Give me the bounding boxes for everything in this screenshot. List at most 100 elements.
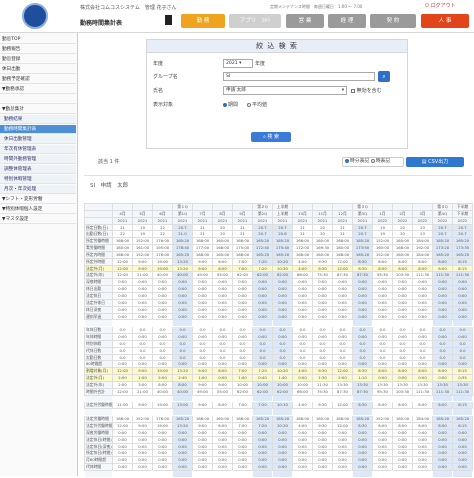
format-radio-h[interactable]: 時表記: [370, 158, 390, 164]
sidebar-item[interactable]: 勤務時間集計表: [0, 125, 76, 134]
sidebar-item[interactable]: 月次・年次処理: [0, 185, 76, 194]
table-cell: 0.0: [332, 353, 353, 362]
table-cell: 0.0: [312, 339, 333, 348]
sidebar-item[interactable]: ▼特別休暇個人設定: [0, 205, 76, 214]
csv-export-button[interactable]: ▤ CSV出力: [406, 157, 464, 167]
table-cell: 20.8: [272, 230, 293, 239]
table-row: 所定外時間 12:00 9:00 19:00 13:20 9:00 6:00 7:00 7:20…: [84, 257, 473, 266]
nav-tab-0[interactable]: 勤 務: [181, 14, 225, 28]
row-label: 月60時間超: [84, 456, 113, 465]
table-cell: 3:00: [132, 380, 153, 389]
table-cell: 0:00: [292, 442, 313, 451]
table-cell: 21: [292, 230, 313, 239]
table-cell: [413, 320, 433, 327]
table-cell: 0:00: [192, 312, 213, 321]
table-row: 時間外合計 12:00 21:00 40:00 40:00 49:00 55:00 62:00…: [84, 387, 473, 396]
group-input[interactable]: SI: [223, 72, 375, 81]
table-cell: 0:00: [412, 305, 433, 314]
nav-tab-1[interactable]: アプリ ｶﾒﾗ: [229, 14, 281, 28]
table-cell: 0:00: [332, 442, 353, 451]
include-retired-checkbox[interactable]: 無効を含む: [351, 86, 382, 96]
sidebar-item[interactable]: 年次有休管理表: [0, 145, 76, 154]
table-cell: 165:20: [272, 250, 293, 259]
table-cell: 8:00: [432, 257, 453, 266]
table-cell: [333, 409, 353, 416]
nav-tab-3[interactable]: 経 理: [328, 14, 366, 28]
table-cell: 21:00: [132, 271, 153, 280]
table-cell: [373, 409, 393, 416]
table-cell: 12:00: [112, 264, 133, 273]
table-cell: 0:00: [272, 449, 293, 458]
table-cell: 0:00: [152, 360, 173, 369]
table-cell: 12:00: [332, 257, 353, 266]
table-cell: 165:20: [272, 415, 293, 423]
sidebar-item[interactable]: ▼シフト・変形労働: [0, 195, 76, 204]
sidebar-item[interactable]: 勤怠TOP: [0, 35, 76, 44]
logout-link[interactable]: ⏻ ログアウト: [425, 2, 456, 9]
sidebar-item[interactable]: ▼勤務承認: [0, 85, 76, 94]
sidebar-item[interactable]: 休日出勤: [0, 65, 76, 74]
sidebar-item[interactable]: 勤務報告: [0, 45, 76, 54]
display-label: 表示対象: [153, 102, 174, 108]
bookmark-icon[interactable]: [165, 15, 172, 25]
sidebar-item[interactable]: [0, 95, 76, 104]
year-select[interactable]: 2021 ▾: [223, 59, 253, 68]
company-logo[interactable]: [22, 3, 48, 29]
table-cell: 0:00: [352, 463, 373, 471]
table-cell: [172, 395, 193, 402]
nav-tab-4[interactable]: 契 約: [370, 14, 416, 28]
table-cell: [133, 409, 153, 416]
table-row: [84, 408, 473, 416]
sidebar-item[interactable]: 勤務予定確認: [0, 75, 76, 84]
table-cell: 0:00: [392, 449, 413, 458]
sidebar-item[interactable]: 休日出勤管理: [0, 135, 76, 144]
table-cell: 0:00: [452, 435, 473, 444]
nav-tab-5[interactable]: 人 事: [421, 14, 469, 28]
sidebar-item[interactable]: 特別休暇管理: [0, 175, 76, 184]
table-cell: [452, 470, 473, 478]
table-cell: 0:00: [232, 463, 253, 471]
table-cell: 0:00: [412, 291, 433, 300]
table-cell: 0:00: [152, 333, 173, 341]
display-radio-period[interactable]: 期間: [223, 100, 238, 110]
sidebar-item[interactable]: 調整休管理表: [0, 165, 76, 174]
year-header-cell: 2021: [312, 216, 333, 225]
table-cell: 0:00: [432, 428, 453, 437]
table-cell: 0:00: [192, 305, 213, 314]
table-cell: 0:00: [332, 456, 353, 465]
year-header-cell: 2022: [432, 216, 453, 225]
sidebar-item[interactable]: ▼マスタ設定: [0, 215, 76, 224]
nav-tab-2[interactable]: 営 業: [286, 14, 324, 28]
table-row: 年休時間 0:00 0:00 0:00 0:00 0:00 0:00 0:00 0:00 0:00…: [84, 333, 473, 341]
row-label: 出勤日数(日): [84, 230, 113, 239]
format-radio-hm[interactable]: 時分表記: [345, 158, 369, 164]
table-cell: 7:20: [252, 422, 273, 430]
table-year-header: 2021 2021 2021 2021 2021 2021 2021 2021 2021 2021…: [84, 216, 473, 225]
sidebar-item[interactable]: 時間外勤務管理: [0, 155, 76, 164]
table-cell: 168:00: [112, 250, 133, 259]
table-cell: 0:00: [132, 312, 153, 321]
sidebar-item[interactable]: 勤務結果: [0, 115, 76, 124]
table-cell: 10:00: [272, 380, 293, 389]
sidebar-item[interactable]: ▼勤怠集計: [0, 105, 76, 114]
search-icon[interactable]: ⌕: [378, 71, 390, 82]
sidebar-item[interactable]: 勤怠登録: [0, 55, 76, 64]
table-cell: 0:00: [272, 360, 293, 369]
person-label: 氏名: [153, 88, 164, 94]
table-cell: 111:30: [452, 271, 473, 280]
table-cell: [293, 320, 313, 327]
search-button[interactable]: ⌕ 検 索: [251, 132, 291, 142]
display-radio-average[interactable]: 平均値: [247, 100, 267, 110]
table-cell: 8:15: [452, 257, 473, 266]
table-cell: 0.0: [212, 339, 233, 348]
table-row: 法定外(年) 12:00 21:00 40:00 40:00 49:00 55:00 62:0…: [84, 271, 473, 280]
table-row: 法定休日 0:00 0:00 0:00 0:00 0:00 0:00 0:00 0:00 0:00…: [84, 291, 473, 300]
person-select[interactable]: 申請 太郎 ▾: [223, 86, 347, 95]
table-cell: 0:00: [132, 291, 153, 300]
group-header-cell: 第３Q: [352, 203, 373, 211]
table-row: 出勤日数(日) 22 19 22 21.0 21 20 21 20.7 20.8 21 20 21 20.…: [84, 230, 473, 239]
table-row: 所定労働時間 168:00 152:00 176:00 165:20 168:00 160:…: [84, 237, 473, 246]
table-cell: 0.0: [412, 339, 433, 348]
table-cell: 0:00: [192, 463, 213, 471]
table-cell: 0:00: [352, 333, 373, 341]
